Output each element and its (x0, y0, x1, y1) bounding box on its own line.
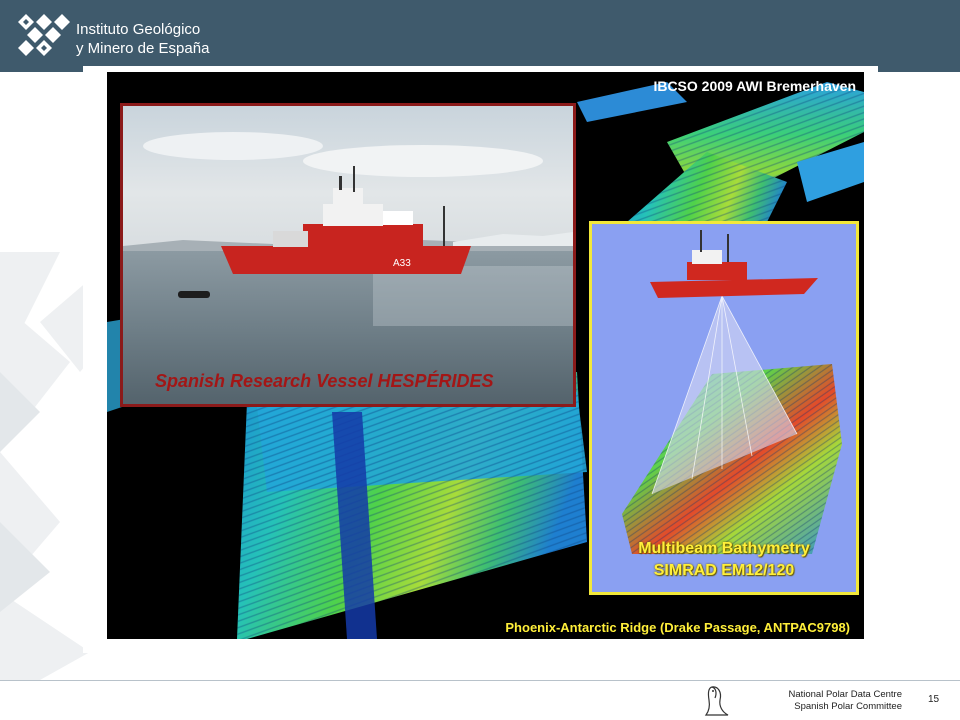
footer-credit: National Polar Data Centre Spanish Polar… (740, 689, 902, 713)
header-bar: Instituto Geológico y Minero de España (0, 0, 960, 72)
footer-line2: Spanish Polar Committee (794, 701, 902, 712)
vessel-photo: A33 Spanish Research Vessel HESPÉRIDES (120, 103, 576, 407)
igme-logo-icon (18, 14, 70, 56)
ridge-caption: Phoenix-Antarctic Ridge (Drake Passage, … (505, 620, 850, 635)
footer-divider (0, 680, 960, 681)
multibeam-inset: Multibeam Bathymetry SIMRAD EM12/120 (589, 221, 859, 595)
footer-line1: National Polar Data Centre (788, 689, 902, 700)
multibeam-caption-line2: SIMRAD EM12/120 (653, 562, 795, 579)
multibeam-diagram (622, 230, 842, 554)
multibeam-caption: Multibeam Bathymetry SIMRAD EM12/120 (592, 538, 856, 582)
organization-name: Instituto Geológico y Minero de España (76, 20, 209, 58)
page-number: 15 (928, 694, 940, 705)
penguin-icon (704, 686, 729, 716)
data-credit: IBCSO 2009 AWI Bremerhaven (653, 78, 856, 94)
hull-number: A33 (393, 258, 411, 269)
vessel-photo-image: A33 (123, 106, 573, 404)
vessel-caption: Spanish Research Vessel HESPÉRIDES (155, 371, 494, 391)
org-name-line1: Instituto Geológico (76, 21, 201, 38)
org-name-line2: y Minero de España (76, 40, 210, 57)
multibeam-caption-line1: Multibeam Bathymetry (638, 540, 810, 557)
